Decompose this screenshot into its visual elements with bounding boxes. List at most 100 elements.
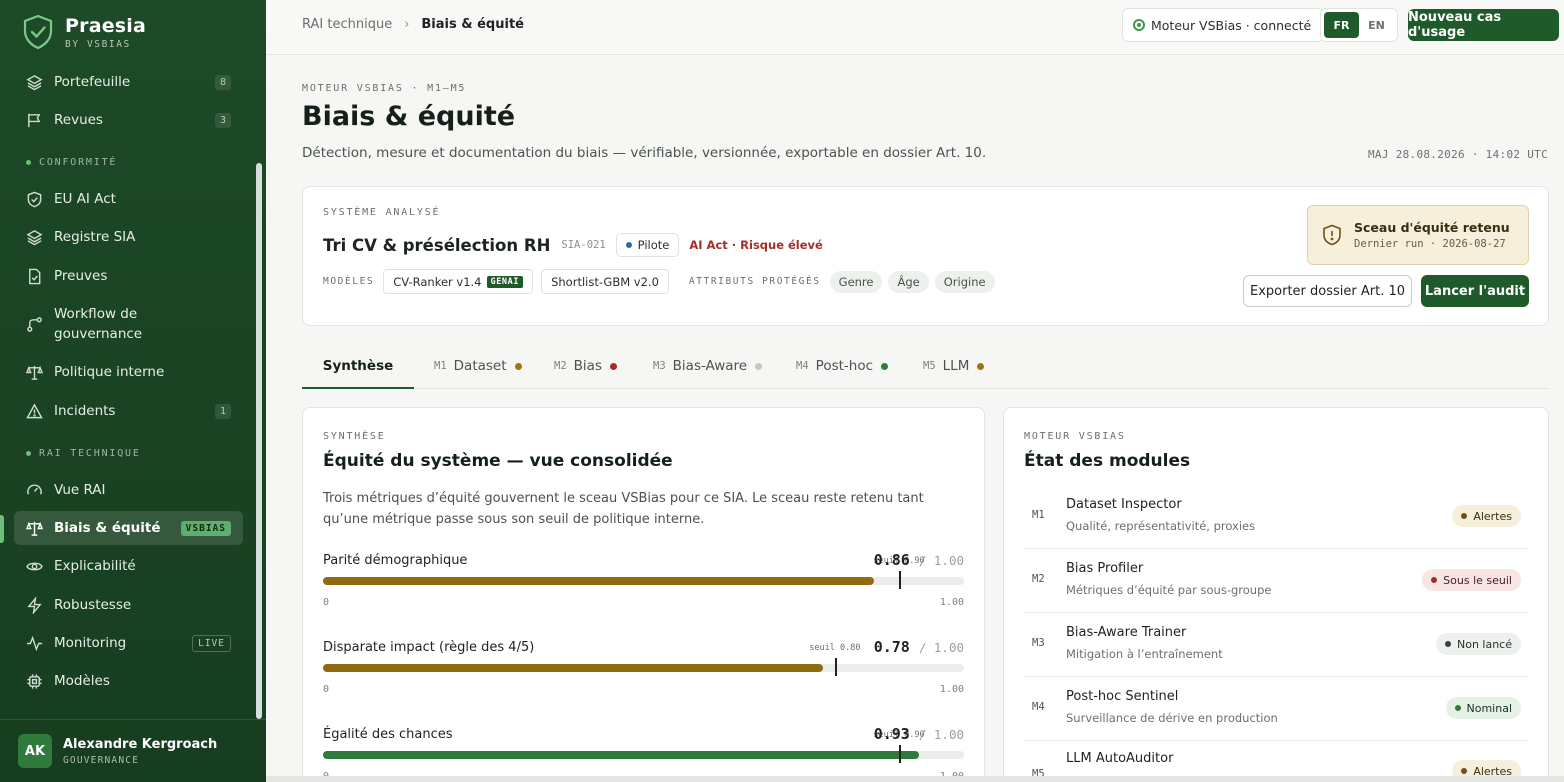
section-label-conformite: CONFORMITÉ xyxy=(26,157,117,168)
sidebar-item-label: Biais & équité xyxy=(54,520,161,536)
sidebar-item-portefeuille[interactable]: Portefeuille 8 xyxy=(14,65,243,99)
bar-min-label: 0 xyxy=(323,684,330,695)
breadcrumb-parent[interactable]: RAI technique xyxy=(302,17,392,32)
threshold-marker xyxy=(898,571,901,589)
tab-m4-post-hoc[interactable]: M4 Post-hoc xyxy=(796,344,889,388)
status-dot-icon xyxy=(977,362,985,370)
module-description: Surveillance de dérive en production xyxy=(1066,711,1278,725)
tab-m5-llm[interactable]: M5 LLM xyxy=(923,344,985,388)
sidebar-item-workflow[interactable]: Workflow de gouvernance xyxy=(14,301,243,347)
synthesis-description: Trois métriques d’équité gouvernent le s… xyxy=(323,491,924,527)
sidebar-item-robustesse[interactable]: Robustesse xyxy=(14,588,243,622)
eye-icon xyxy=(26,558,43,575)
seal-subtitle: Dernier run · 2026-08-27 xyxy=(1354,238,1506,250)
bar-min-label: 0 xyxy=(323,597,330,608)
vsbias-badge: VSBIAS xyxy=(180,520,231,536)
model-chip[interactable]: CV-Ranker v1.4 GENAI xyxy=(383,269,534,294)
module-row-m4[interactable]: M4 Post-hoc Sentinel Surveillance de dér… xyxy=(1024,677,1529,741)
module-description: Qualité, représentativité, proxies xyxy=(1066,519,1256,533)
module-description: Mitigation à l’entraînement xyxy=(1066,647,1223,661)
sidebar-item-label: Robustesse xyxy=(54,597,132,613)
git-branch-icon xyxy=(26,316,43,333)
tab-synthese[interactable]: Synthèse xyxy=(302,344,414,389)
sidebar-item-modeles[interactable]: Modèles xyxy=(14,664,243,698)
sidebar-item-eu-ai-act[interactable]: EU AI Act xyxy=(14,182,243,216)
module-row-m1[interactable]: M1 Dataset Inspector Qualité, représenta… xyxy=(1024,485,1529,549)
metric-bar xyxy=(323,658,964,676)
cpu-icon xyxy=(26,673,43,690)
user-profile[interactable]: AK Alexandre Kergroach GOUVERNANCE xyxy=(0,719,266,782)
status-dot-icon xyxy=(514,362,522,370)
scale-icon xyxy=(26,520,43,537)
sidebar-scrollbar[interactable] xyxy=(256,163,262,719)
sidebar-item-preuves[interactable]: Preuves xyxy=(14,259,243,293)
sidebar-item-revues[interactable]: Revues 3 xyxy=(14,103,243,137)
module-row-m2[interactable]: M2 Bias Profiler Métriques d’équité par … xyxy=(1024,549,1529,613)
sidebar-item-explicabilite[interactable]: Explicabilité xyxy=(14,549,243,583)
module-code: M4 xyxy=(1032,701,1045,713)
page-scrollbar[interactable] xyxy=(266,776,1564,782)
sidebar-item-biais-equite[interactable]: Biais & équité VSBIAS xyxy=(14,511,243,545)
export-art10-button[interactable]: Exporter dossier Art. 10 xyxy=(1243,275,1412,307)
module-name: Post-hoc Sentinel xyxy=(1066,689,1179,704)
synthesis-card: SYNTHÈSE Équité du système — vue consoli… xyxy=(302,407,985,782)
metric-value: 0.78 / 1.00 xyxy=(873,638,964,656)
sidebar-item-label: Monitoring xyxy=(54,635,127,651)
threshold-marker xyxy=(834,658,837,676)
count-badge: 8 xyxy=(214,74,231,90)
risk-label: AI Act · Risque élevé xyxy=(689,238,823,252)
genai-tag: GENAI xyxy=(486,275,524,288)
model-chip[interactable]: Shortlist-GBM v2.0 xyxy=(541,269,669,294)
sidebar-item-label: Workflow de gouvernance xyxy=(54,306,143,342)
new-use-case-button[interactable]: Nouveau cas d'usage xyxy=(1408,9,1559,41)
scale-icon xyxy=(26,364,43,381)
avatar: AK xyxy=(18,734,52,768)
brand-name: Praesia xyxy=(65,14,147,37)
attributes-label: ATTRIBUTS PROTÉGÉS xyxy=(688,276,821,287)
metric-bar xyxy=(323,571,964,589)
active-indicator xyxy=(0,515,4,543)
metric-bar-fill xyxy=(323,577,875,585)
tab-m3-bias-aware[interactable]: M3 Bias-Aware xyxy=(653,344,763,388)
status-badge: Non lancé xyxy=(1435,633,1521,655)
metric-label: Parité démographique xyxy=(323,553,468,568)
module-name: LLM AutoAuditor xyxy=(1066,751,1174,766)
lang-fr-button[interactable]: FR xyxy=(1324,12,1359,38)
module-tabs: Synthèse M1 Dataset M2 Bias M3 Bias-Aware M… xyxy=(302,344,1549,389)
sidebar-item-politique-interne[interactable]: Politique interne xyxy=(14,355,243,389)
launch-audit-button[interactable]: Lancer l'audit xyxy=(1421,275,1529,307)
gauge-icon xyxy=(26,482,43,499)
metric-label: Égalité des chances xyxy=(323,727,453,742)
metric-bar xyxy=(323,745,964,763)
synthesis-title: Équité du système — vue consolidée xyxy=(323,451,673,471)
sidebar-item-label: Politique interne xyxy=(54,364,165,380)
page-eyebrow: MOTEUR VSBIAS · M1–M5 xyxy=(302,83,467,94)
system-card: SYSTÈME ANALYSÉ Tri CV & présélection RH… xyxy=(302,186,1549,326)
sidebar-item-label: Incidents xyxy=(54,403,116,419)
status-dot-icon xyxy=(755,362,763,370)
models-label: MODÈLES xyxy=(323,276,375,287)
engine-status-pill[interactable]: Moteur VSBias · connecté xyxy=(1122,8,1325,42)
metric-equal-opportunity: Égalité des chances seuil 0.90 0.93 / 1.… xyxy=(323,725,964,782)
module-name: Bias Profiler xyxy=(1066,561,1144,576)
modules-card: MOTEUR VSBIAS État des modules M1 Datase… xyxy=(1003,407,1549,782)
chevron-right-icon: › xyxy=(404,17,410,32)
count-badge: 1 xyxy=(214,403,231,419)
stage-badge: Pilote xyxy=(615,233,680,257)
tab-m2-bias[interactable]: M2 Bias xyxy=(554,344,617,388)
language-switch: FR EN xyxy=(1320,8,1398,42)
tab-m1-dataset[interactable]: M1 Dataset xyxy=(434,344,522,388)
sidebar-item-incidents[interactable]: Incidents 1 xyxy=(14,394,243,428)
brand[interactable]: Praesia BY VSBIAS xyxy=(22,14,146,50)
attribute-chip: Âge xyxy=(888,270,929,293)
brand-sub: BY VSBIAS xyxy=(65,38,131,50)
sidebar-item-vue-rai[interactable]: Vue RAI xyxy=(14,473,243,507)
sidebar-item-monitoring[interactable]: Monitoring LIVE xyxy=(14,626,243,660)
shield-check-icon xyxy=(26,191,43,208)
sidebar-item-registre-sia[interactable]: Registre SIA xyxy=(14,220,243,254)
lang-en-button[interactable]: EN xyxy=(1359,12,1394,38)
module-row-m3[interactable]: M3 Bias-Aware Trainer Mitigation à l’ent… xyxy=(1024,613,1529,677)
sidebar-item-label: Explicabilité xyxy=(54,558,136,574)
module-code: M2 xyxy=(1032,573,1045,585)
status-dot-icon xyxy=(1133,19,1145,31)
